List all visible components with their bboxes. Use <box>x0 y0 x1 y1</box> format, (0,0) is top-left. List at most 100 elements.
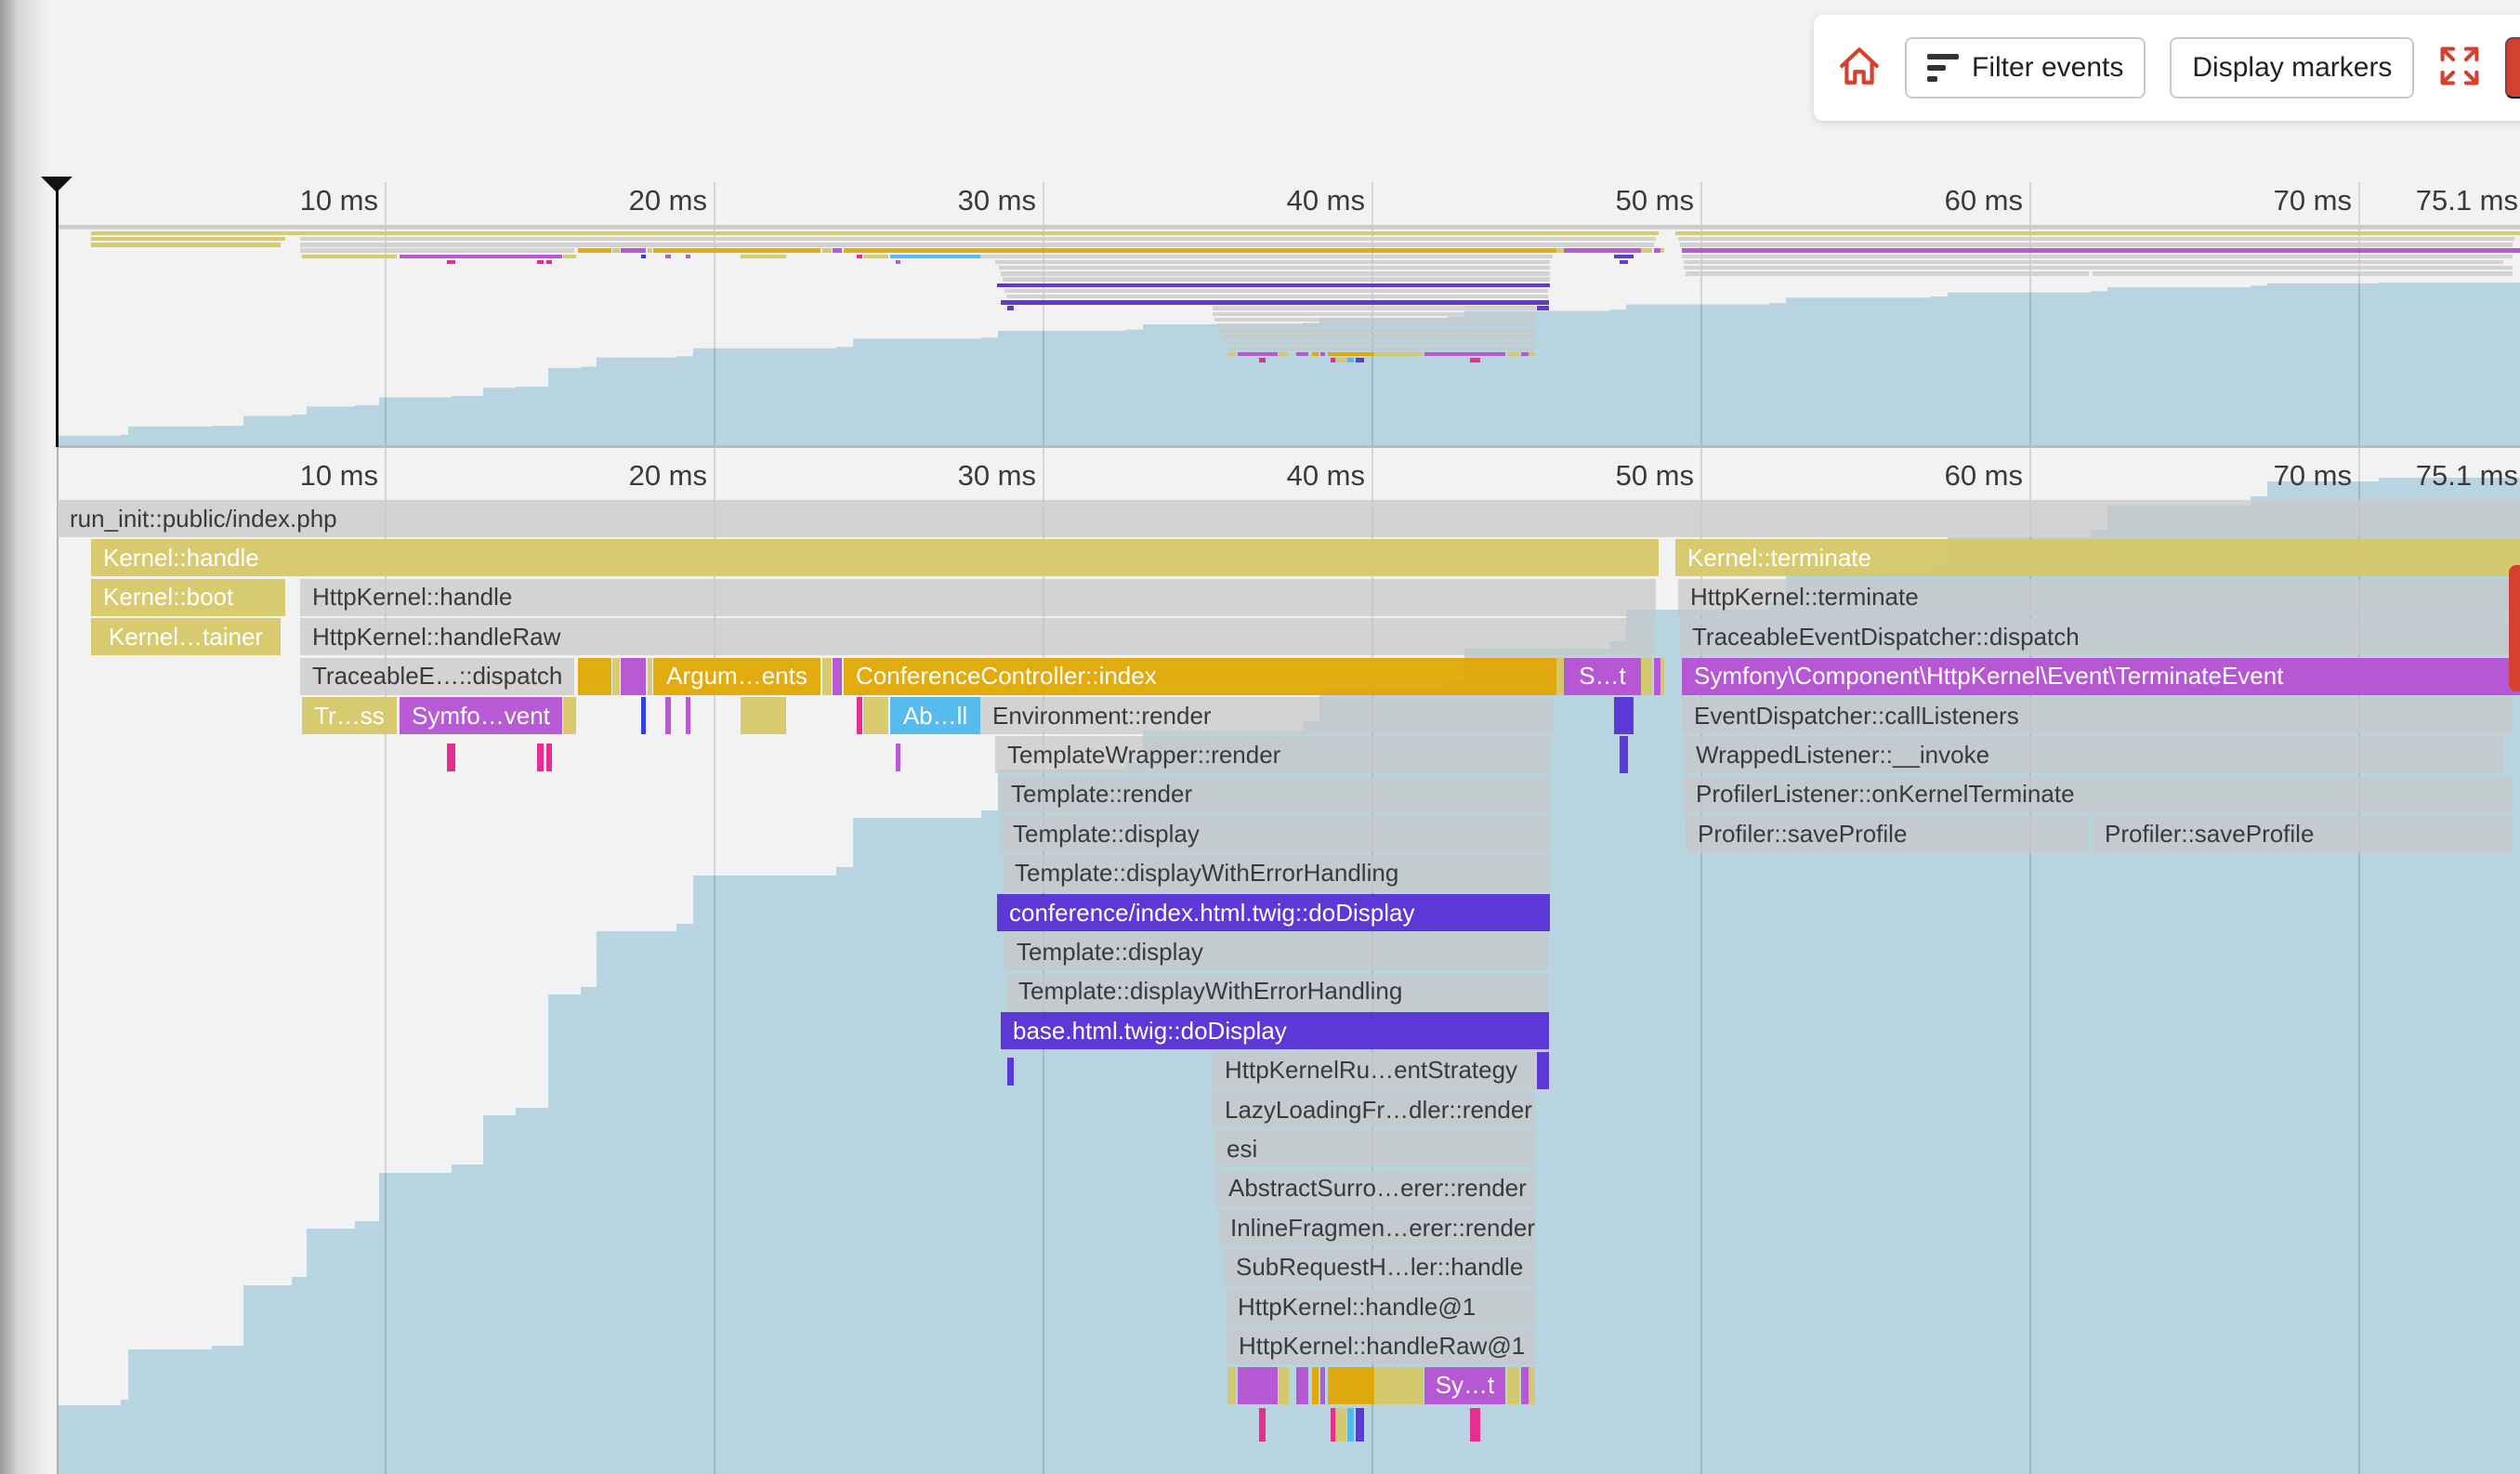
timeline-span[interactable]: Symfony\Component\HttpKernel\Event\Termi… <box>1682 658 2520 695</box>
timeline-span[interactable] <box>1007 1058 1014 1086</box>
timeline-span[interactable] <box>612 658 620 695</box>
timeline-span[interactable] <box>857 697 862 734</box>
timeline-span[interactable]: TraceableE…::dispatch <box>300 658 574 695</box>
timeline-span[interactable]: conference/index.html.twig::doDisplay <box>997 894 1550 931</box>
minimap-span <box>665 255 671 259</box>
timeline-span[interactable]: EventDispatcher::callListeners <box>1682 697 2513 734</box>
timeline-span-label: ProfilerListener::onKernelTerminate <box>1684 780 2087 809</box>
timeline-span[interactable]: Kernel::handle <box>91 539 1659 576</box>
timeline-span[interactable]: Sy…t <box>1424 1367 1505 1404</box>
timeline-span[interactable] <box>1356 1408 1364 1441</box>
timeline-span[interactable]: S…t <box>1564 658 1641 695</box>
timeline-span[interactable]: Template::display <box>1004 933 1548 970</box>
timeline-span[interactable] <box>1296 1367 1308 1404</box>
timeline-span[interactable] <box>1259 1408 1266 1441</box>
timeline-span[interactable] <box>1320 1367 1325 1404</box>
timeline-span[interactable]: SubRequestH…ler::handle <box>1224 1249 1535 1286</box>
timeline-span[interactable] <box>1335 1408 1346 1441</box>
timeline-span[interactable]: ProfilerListener::onKernelTerminate <box>1684 776 2513 813</box>
timeline-span[interactable]: TemplateWrapper::render <box>995 736 1550 773</box>
timeline-span[interactable] <box>621 658 646 695</box>
timeline-span[interactable]: Template::display <box>1001 815 1550 852</box>
timeline-span[interactable]: Argum…ents <box>653 658 820 695</box>
timeline-span[interactable] <box>1374 1367 1424 1404</box>
timeline-span[interactable]: Ab…ll <box>890 697 980 734</box>
timeline-span[interactable] <box>1529 1367 1535 1404</box>
timeline-span[interactable]: Kernel::boot <box>91 579 285 616</box>
home-icon[interactable] <box>1838 45 1881 92</box>
timeline-span[interactable]: AbstractSurro…erer::render <box>1216 1170 1535 1207</box>
timeline-span[interactable] <box>1507 1367 1519 1404</box>
timeline-span[interactable] <box>686 697 690 734</box>
timeline-span[interactable] <box>1227 1367 1236 1404</box>
timeline-span[interactable] <box>447 744 455 771</box>
timeline-span[interactable]: run_init::public/index.php <box>58 500 2520 537</box>
feedback-button[interactable]: Feedback <box>2505 37 2520 99</box>
timeline-span[interactable]: Symfo…vent <box>400 697 562 734</box>
timeline-span[interactable] <box>1537 1052 1549 1089</box>
timeline-span[interactable] <box>1328 1367 1374 1404</box>
timeline-span[interactable]: Kernel::terminate <box>1675 539 2520 576</box>
timeline-span[interactable]: InlineFragmen…erer::render <box>1218 1209 1535 1246</box>
timeline-span[interactable] <box>641 697 646 734</box>
timeline-span[interactable] <box>822 658 832 695</box>
minimap-span <box>653 248 820 253</box>
minimap-span <box>1556 248 1564 253</box>
minimap-span <box>1006 295 1548 299</box>
timeline-span[interactable] <box>578 658 611 695</box>
timeline-span[interactable]: Template::displayWithErrorHandling <box>1003 855 1550 892</box>
timeline-span[interactable]: HttpKernel::handle <box>300 579 1656 616</box>
timeline-span[interactable]: Profiler::saveProfile <box>2093 815 2513 852</box>
timeline-span[interactable]: HttpKernel::handle@1 <box>1226 1288 1534 1325</box>
timeline-span[interactable]: Template::render <box>999 776 1550 813</box>
timeline-span[interactable]: base.html.twig::doDisplay <box>1001 1012 1549 1049</box>
timeline-span[interactable] <box>1614 697 1634 734</box>
minimap-span <box>546 260 552 265</box>
timeline-span[interactable]: HttpKernel::terminate <box>1678 579 2514 616</box>
fullscreen-icon[interactable] <box>2438 45 2481 92</box>
timeline-span[interactable] <box>1347 1408 1354 1441</box>
timeline-span[interactable]: Environment::render <box>980 697 1553 734</box>
timeline-span[interactable]: HttpKernel::handleRaw@1 <box>1227 1327 1535 1364</box>
filter-events-button[interactable]: Filter events <box>1905 37 2146 99</box>
timeline-span[interactable] <box>1470 1408 1480 1441</box>
minimap-span <box>822 248 832 253</box>
minimap-span <box>1296 352 1308 357</box>
timeline-span[interactable] <box>1660 658 1664 695</box>
timeline-span[interactable] <box>563 697 576 734</box>
minimap-span <box>1320 352 1325 357</box>
timeline-span[interactable] <box>537 744 544 771</box>
timeline-span[interactable] <box>665 697 671 734</box>
timeline-span[interactable] <box>1238 1367 1278 1404</box>
display-markers-button[interactable]: Display markers <box>2170 37 2414 99</box>
timeline-span[interactable]: esi <box>1214 1130 1535 1167</box>
timeline-span[interactable]: ConferenceController::index <box>844 658 1556 695</box>
timeline-span[interactable]: TraceableEventDispatcher::dispatch <box>1680 618 2513 655</box>
timeline-span[interactable] <box>1279 1367 1289 1404</box>
timeline-span[interactable]: Profiler::saveProfile <box>1686 815 2089 852</box>
timeline-span[interactable] <box>863 697 888 734</box>
timeline-span[interactable] <box>1556 658 1564 695</box>
timeline-span-label: EventDispatcher::callListeners <box>1682 702 2031 730</box>
timeline-span[interactable]: LazyLoadingFr…dler::render <box>1213 1091 1535 1128</box>
timeline-span[interactable] <box>1312 1367 1319 1404</box>
timeline-span[interactable]: Tr…ss <box>302 697 397 734</box>
timeline-span[interactable] <box>896 744 900 771</box>
timeline-span[interactable] <box>1521 1367 1529 1404</box>
timeline-span[interactable] <box>741 697 786 734</box>
minimap-span <box>890 255 980 259</box>
minimap-span <box>1678 237 2514 242</box>
timeline-span[interactable]: Kernel…tainer <box>91 618 281 655</box>
timeline-span[interactable] <box>648 658 652 695</box>
timeline-span[interactable]: WrappedListener::__invoke <box>1684 736 2503 773</box>
minimap-selection-line[interactable] <box>56 191 59 447</box>
timeline-span[interactable]: Template::displayWithErrorHandling <box>1006 973 1548 1010</box>
timeline-span[interactable] <box>1654 658 1660 695</box>
timeline-span[interactable] <box>1641 658 1652 695</box>
timeline-span[interactable]: HttpKernelRu…entStrategy <box>1213 1052 1536 1089</box>
timeline-span[interactable] <box>546 744 552 771</box>
timeline-span[interactable] <box>1620 736 1628 773</box>
timeline-span[interactable]: HttpKernel::handleRaw <box>300 618 1654 655</box>
timeline-span[interactable] <box>833 658 842 695</box>
offscreen-event-marker[interactable] <box>2509 565 2520 691</box>
